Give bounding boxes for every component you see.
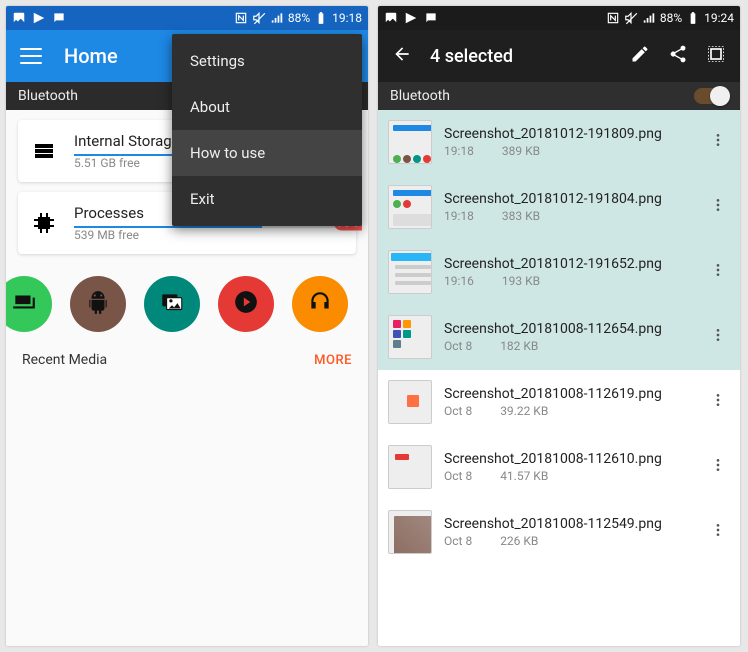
more-icon[interactable]	[702, 319, 734, 355]
home-screen: 88% 19:18 Home Bluetooth Internal Storag…	[6, 6, 368, 646]
file-meta: Oct 8182 KB	[444, 339, 690, 353]
overflow-menu: SettingsAboutHow to useExit	[172, 34, 362, 226]
bluetooth-banner: Bluetooth	[378, 82, 740, 110]
file-thumbnail	[388, 315, 432, 359]
headphones-icon	[307, 289, 333, 319]
status-bar: 88% 19:18	[6, 6, 368, 30]
signal-icon	[270, 11, 284, 25]
headphones-category[interactable]	[292, 276, 348, 332]
file-name: Screenshot_20181012-191804.png	[444, 191, 690, 207]
battery-icon	[686, 11, 700, 25]
devices-icon	[11, 289, 37, 319]
file-name: Screenshot_20181008-112619.png	[444, 386, 690, 402]
image-icon	[384, 11, 398, 25]
chat-icon	[52, 11, 66, 25]
gallery-category[interactable]	[144, 276, 200, 332]
clock-text: 19:18	[332, 11, 362, 25]
file-name: Screenshot_20181008-112549.png	[444, 516, 690, 532]
more-icon[interactable]	[702, 449, 734, 485]
nfc-icon	[234, 11, 248, 25]
file-row[interactable]: Screenshot_20181012-191804.png 19:18383 …	[378, 175, 740, 240]
file-meta: 19:16193 KB	[444, 274, 690, 288]
file-row[interactable]: Screenshot_20181012-191652.png 19:16193 …	[378, 240, 740, 305]
file-row[interactable]: Screenshot_20181008-112619.png Oct 839.2…	[378, 370, 740, 435]
edit-icon[interactable]	[630, 44, 650, 68]
file-meta: 19:18389 KB	[444, 144, 690, 158]
card-subtitle: 539 MB free	[74, 228, 342, 242]
file-thumbnail	[388, 380, 432, 424]
more-icon[interactable]	[702, 514, 734, 550]
bluetooth-label: Bluetooth	[390, 88, 450, 104]
file-meta: Oct 841.57 KB	[444, 469, 690, 483]
nfc-icon	[606, 11, 620, 25]
play-icon	[32, 11, 46, 25]
back-icon[interactable]	[392, 44, 412, 68]
page-title: Home	[64, 44, 118, 68]
more-icon[interactable]	[702, 124, 734, 160]
file-name: Screenshot_20181008-112654.png	[444, 321, 690, 337]
more-icon[interactable]	[702, 254, 734, 290]
mute-icon	[252, 11, 266, 25]
share-icon[interactable]	[668, 44, 688, 68]
file-meta: 19:18383 KB	[444, 209, 690, 223]
more-icon[interactable]	[702, 189, 734, 225]
clock-text: 19:24	[704, 11, 734, 25]
mute-icon	[624, 11, 638, 25]
storage-icon	[32, 139, 56, 163]
menu-item-how-to-use[interactable]: How to use	[172, 130, 362, 176]
file-thumbnail	[388, 445, 432, 489]
status-bar: 88% 19:24	[378, 6, 740, 30]
file-row[interactable]: Screenshot_20181008-112610.png Oct 841.5…	[378, 435, 740, 500]
image-icon	[12, 11, 26, 25]
file-thumbnail	[388, 510, 432, 554]
select-all-icon[interactable]	[706, 44, 726, 68]
file-list-screen: 88% 19:24 4 selected Bluetooth Screensho…	[378, 6, 740, 646]
file-row[interactable]: Screenshot_20181008-112654.png Oct 8182 …	[378, 305, 740, 370]
menu-item-settings[interactable]: Settings	[172, 38, 362, 84]
file-name: Screenshot_20181012-191809.png	[444, 126, 690, 142]
menu-item-exit[interactable]: Exit	[172, 176, 362, 222]
file-meta: Oct 8226 KB	[444, 534, 690, 548]
android-icon	[85, 289, 111, 319]
menu-icon[interactable]	[20, 48, 42, 64]
bluetooth-toggle[interactable]	[694, 88, 728, 104]
file-thumbnail	[388, 185, 432, 229]
battery-icon	[314, 11, 328, 25]
category-row	[6, 264, 368, 342]
chip-icon	[32, 211, 56, 235]
play-icon	[233, 289, 259, 319]
devices-category[interactable]	[6, 276, 52, 332]
play-icon	[404, 11, 418, 25]
more-button[interactable]: MORE	[314, 353, 352, 368]
menu-item-about[interactable]: About	[172, 84, 362, 130]
file-name: Screenshot_20181012-191652.png	[444, 256, 690, 272]
gallery-icon	[159, 289, 185, 319]
file-row[interactable]: Screenshot_20181008-112549.png Oct 8226 …	[378, 500, 740, 565]
file-name: Screenshot_20181008-112610.png	[444, 451, 690, 467]
selection-count: 4 selected	[430, 46, 612, 67]
file-thumbnail	[388, 120, 432, 164]
selection-toolbar: 4 selected	[378, 30, 740, 82]
play-category[interactable]	[218, 276, 274, 332]
more-icon[interactable]	[702, 384, 734, 420]
signal-icon	[642, 11, 656, 25]
bluetooth-label: Bluetooth	[18, 88, 78, 104]
file-list[interactable]: Screenshot_20181012-191809.png 19:18389 …	[378, 110, 740, 565]
recent-media-label: Recent Media	[22, 352, 107, 368]
battery-text: 88%	[660, 11, 682, 25]
file-meta: Oct 839.22 KB	[444, 404, 690, 418]
recent-media-row: Recent Media MORE	[6, 342, 368, 378]
android-category[interactable]	[70, 276, 126, 332]
file-thumbnail	[388, 250, 432, 294]
battery-text: 88%	[288, 11, 310, 25]
chat-icon	[424, 11, 438, 25]
file-row[interactable]: Screenshot_20181012-191809.png 19:18389 …	[378, 110, 740, 175]
